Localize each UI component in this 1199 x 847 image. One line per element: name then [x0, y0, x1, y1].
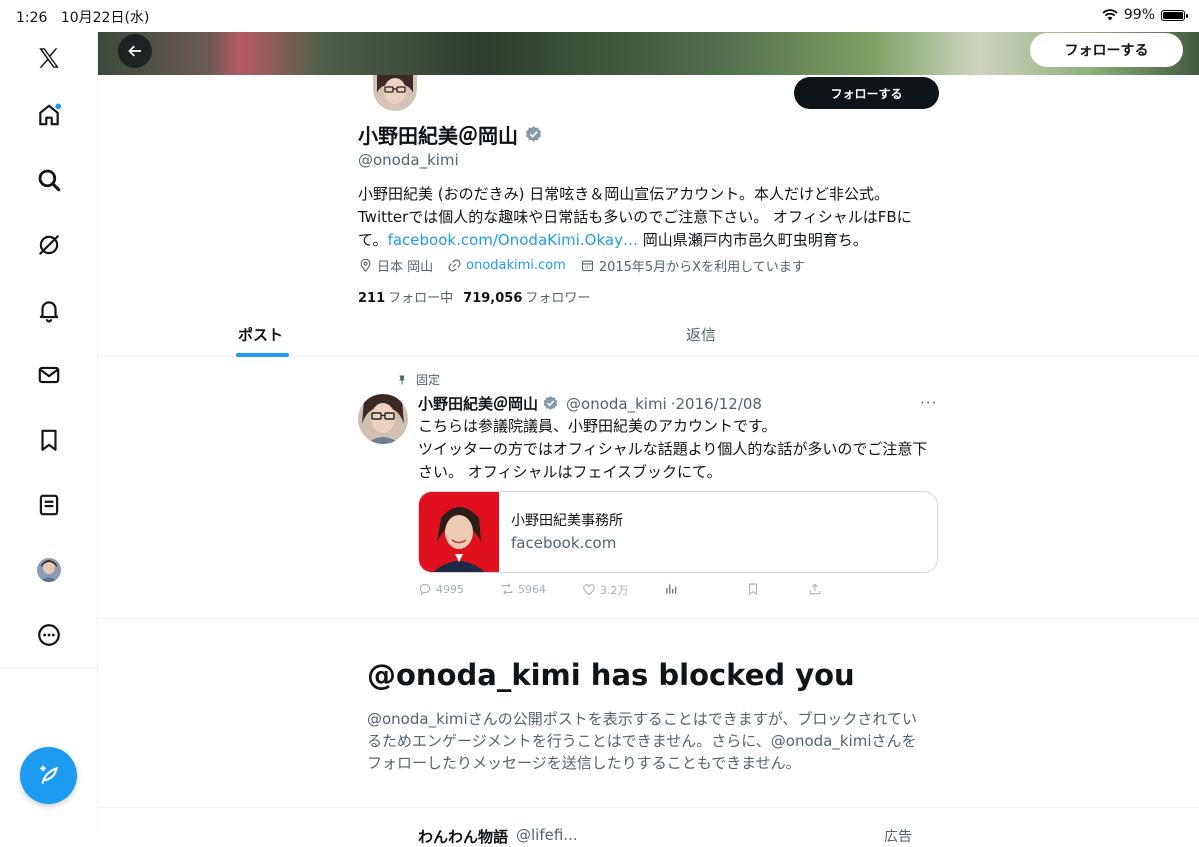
link-card-image — [419, 492, 499, 572]
battery-icon — [1161, 9, 1188, 21]
bio-link[interactable]: facebook.com/OnodaKimi.Okay… — [388, 231, 638, 249]
compose-button[interactable] — [20, 747, 77, 804]
bio-line: 小野田紀美 (おのだきみ) 日常呟き＆岡山宣伝アカウント。本人だけど非公式。 — [358, 185, 889, 203]
retweet-icon — [501, 583, 513, 595]
share-button[interactable] — [808, 582, 822, 596]
joined-item: 2015年5月からXを利用しています — [580, 256, 805, 275]
link-card-title: 小野田紀美事務所 — [511, 513, 623, 529]
section-divider — [98, 807, 1199, 808]
tweet-avatar[interactable] — [358, 394, 408, 444]
blocked-title: @onoda_kimi has blocked you — [367, 658, 855, 692]
analytics-icon — [666, 584, 677, 594]
lists-icon[interactable] — [24, 480, 74, 530]
tab-replies[interactable]: 返信 — [686, 324, 716, 345]
profile-tabs: ポスト 返信 — [98, 312, 1199, 357]
home-icon[interactable] — [24, 90, 74, 140]
tweet-text: こちらは参議院議員、小野田紀美のアカウントです。 ツイッターの方ではオフィシャル… — [418, 417, 928, 481]
tweet-author-handle: @onoda_kimi — [566, 394, 667, 413]
header-follow-button[interactable]: フォローする — [1030, 33, 1183, 67]
status-bar: 1:26 10月22日(水) 99% — [0, 0, 1199, 32]
status-right: 99% — [1102, 7, 1188, 23]
tab-posts[interactable]: ポスト — [238, 324, 283, 345]
back-arrow-icon — [128, 45, 141, 57]
link-card-domain: facebook.com — [511, 534, 617, 552]
section-divider — [98, 618, 1199, 619]
profile-name: 小野田紀美＠岡山 — [358, 124, 518, 148]
views-button[interactable] — [664, 582, 678, 596]
location-text: 日本 岡山 — [377, 260, 434, 275]
next-tweet-header: わんわん物語 @lifefi... — [418, 826, 578, 847]
more-icon[interactable] — [24, 610, 74, 660]
tweet-more-button[interactable]: ··· — [920, 394, 937, 412]
status-time: 1:26 10月22日(水) — [16, 10, 150, 26]
grok-icon[interactable] — [24, 220, 74, 270]
back-button[interactable] — [118, 34, 152, 68]
profile-meta: 日本 岡山 onodakimi.com 2015年5月からXを利用しています — [358, 256, 805, 275]
link-icon — [448, 259, 461, 272]
wifi-icon — [1102, 9, 1118, 21]
verified-badge-icon — [543, 396, 558, 410]
main-column: フォローする フォローする 小野田紀美＠岡山 @onoda_kimi 小野田紀美… — [98, 32, 1199, 846]
retweet-button[interactable]: 5964 — [500, 582, 546, 596]
bookmark-button[interactable] — [746, 582, 760, 596]
tweet-author-name[interactable]: 小野田紀美＠岡山 — [418, 393, 538, 414]
verified-badge-icon — [525, 126, 542, 142]
blocked-message: @onoda_kimiさんの公開ポストを表示することはできますが、ブロックされて… — [367, 710, 917, 772]
tweet-date[interactable]: ·2016/12/08 — [671, 395, 762, 413]
next-tweet-author[interactable]: わんわん物語 — [418, 826, 508, 847]
bookmarks-icon[interactable] — [24, 415, 74, 465]
bio-line: て。facebook.com/OnodaKimi.Okay… 岡山県瀬戸内市邑久… — [358, 231, 868, 249]
next-tweet-handle: @lifefi... — [516, 826, 578, 844]
bookmark-icon — [748, 583, 758, 596]
sidebar — [0, 32, 98, 834]
bio-line: Twitterでは個人的な趣味や日常話も多いのでご注意下さい。 オフィシャルはF… — [358, 208, 912, 226]
tweet-header: 小野田紀美＠岡山 @onoda_kimi ·2016/12/08 — [418, 393, 762, 414]
like-button[interactable]: 3.2万 — [582, 582, 629, 598]
follow-counts: 211 フォロー中 719,056 フォロワー — [358, 287, 590, 306]
link-card[interactable]: 小野田紀美事務所 facebook.com — [418, 491, 938, 573]
profile-bio: 小野田紀美 (おのだきみ) 日常呟き＆岡山宣伝アカウント。本人だけど非公式。 T… — [358, 183, 938, 252]
search-icon[interactable] — [24, 155, 74, 205]
heart-icon — [583, 584, 595, 596]
profile-handle: @onoda_kimi — [358, 151, 459, 169]
profile-avatar-large — [373, 75, 417, 111]
profile-avatar[interactable] — [24, 545, 74, 595]
joined-text: 2015年5月からXを利用しています — [598, 260, 805, 275]
calendar-icon — [581, 260, 593, 272]
messages-icon[interactable] — [24, 350, 74, 400]
followers-count-link[interactable]: 719,056 フォロワー — [463, 287, 590, 306]
reply-button[interactable]: 4995 — [418, 582, 464, 596]
pinned-label: 固定 — [396, 371, 440, 388]
follow-button[interactable]: フォローする — [794, 77, 939, 109]
profile-name-row: 小野田紀美＠岡山 — [358, 120, 543, 149]
compose-icon — [39, 765, 58, 784]
location-icon — [360, 258, 371, 273]
active-tab-indicator — [236, 353, 289, 357]
tweet-actions: 4995 5964 3.2万 — [418, 582, 838, 602]
website-item[interactable]: onodakimi.com — [447, 258, 566, 273]
website-link[interactable]: onodakimi.com — [466, 258, 566, 273]
location-item: 日本 岡山 — [358, 256, 433, 275]
sidebar-divider — [0, 668, 98, 669]
x-logo-icon[interactable] — [24, 33, 74, 83]
share-icon — [809, 583, 821, 595]
reply-icon — [419, 583, 431, 596]
pin-icon — [399, 375, 405, 384]
following-count-link[interactable]: 211 フォロー中 — [358, 287, 453, 306]
battery-percent: 99% — [1123, 7, 1155, 23]
ad-label: 広告 — [884, 829, 912, 845]
notifications-icon[interactable] — [24, 285, 74, 335]
